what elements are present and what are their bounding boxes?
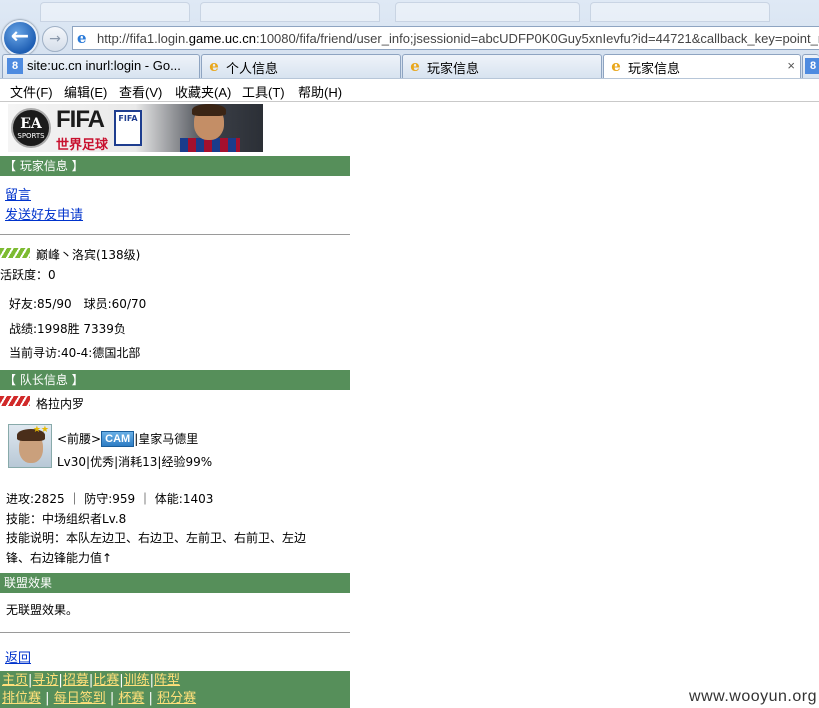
player-name-level: 巅峰丶洛宾(138级) — [36, 248, 141, 262]
nav-points-match[interactable]: 积分赛 — [157, 691, 196, 706]
google-icon: 8 — [805, 58, 819, 74]
section-player-info: 【 玩家信息 】 — [0, 156, 350, 176]
skill-description-line-2: 锋、右边锋能力值↑ — [6, 551, 113, 565]
ea-sports-logo: EA SPORTS — [11, 108, 51, 148]
nav-recruit[interactable]: 招募 — [63, 673, 89, 688]
captain-skill: 技能：中场组织者Lv.8 — [6, 512, 127, 526]
menu-file[interactable]: 文件(F) — [10, 82, 53, 101]
address-bar[interactable]: e http://fifa1.login.game.uc.cn:10080/fi… — [72, 26, 819, 50]
page-content: EA SPORTS FIFA 世界足球 FIFA 【 玩家信息 】 留言 发送好… — [0, 102, 350, 708]
ie-page-icon: e — [209, 57, 219, 75]
menu-tools[interactable]: 工具(T) — [242, 82, 285, 101]
activity-value: 活跃度：0 — [0, 268, 56, 282]
section-alliance: 联盟效果 — [0, 573, 350, 593]
captain-name: 格拉内罗 — [36, 397, 85, 411]
background-tab[interactable] — [590, 2, 770, 22]
google-icon: 8 — [7, 58, 23, 74]
fifa-logo-text: FIFA — [56, 106, 105, 133]
level-stripe-icon — [0, 248, 30, 258]
arrow-left-icon: ← — [10, 24, 30, 49]
leave-message-link[interactable]: 留言 — [5, 184, 31, 203]
menu-bar: 文件(F) 编辑(E) 查看(V) 收藏夹(A) 工具(T) 帮助(H) — [0, 78, 819, 102]
background-tab[interactable] — [395, 2, 580, 22]
nav-visit[interactable]: 寻访 — [32, 673, 58, 688]
watermark-text: www.wooyun.org — [689, 688, 817, 705]
divider — [0, 632, 350, 633]
divider — [0, 234, 350, 235]
fifa-subtitle: 世界足球 — [56, 137, 109, 152]
background-tab[interactable] — [40, 2, 190, 22]
tab-google-search[interactable]: 8 site:uc.cn inurl:login - Go... — [2, 54, 200, 78]
star-icon: ★★ — [32, 425, 49, 435]
bottom-nav-row-2: 排位赛 | 每日签到 | 杯赛 | 积分赛 — [2, 691, 197, 706]
banner-player-image — [176, 104, 246, 152]
captain-position-club: <前腰> CAM |皇家马德里 — [57, 431, 199, 447]
menu-help[interactable]: 帮助(H) — [298, 82, 342, 101]
nav-home[interactable]: 主页 — [2, 673, 28, 688]
nav-daily-checkin[interactable]: 每日签到 — [54, 691, 106, 706]
match-record: 战绩:1998胜 7339负 — [9, 322, 126, 336]
menu-favorites[interactable]: 收藏夹(A) — [175, 82, 231, 101]
nav-formation[interactable]: 阵型 — [154, 673, 180, 688]
ie-page-icon: e — [611, 57, 621, 75]
section-captain-info: 【 队长信息 】 — [0, 370, 350, 390]
position-badge: CAM — [101, 431, 135, 447]
captain-avatar[interactable]: ★★ — [8, 424, 52, 468]
back-button[interactable]: ← — [2, 20, 38, 56]
address-url[interactable]: http://fifa1.login.game.uc.cn:10080/fifa… — [97, 31, 819, 46]
forward-button[interactable]: → — [42, 26, 68, 52]
ie-page-icon: e — [410, 57, 420, 75]
tab-player-info-active[interactable]: e 玩家信息 × — [603, 54, 801, 78]
tab-row: 8 site:uc.cn inurl:login - Go... e 个人信息 … — [0, 54, 819, 78]
current-visit: 当前寻访:40-4:德国北部 — [9, 346, 141, 360]
tab-player-info[interactable]: e 玩家信息 — [402, 54, 602, 78]
nav-match[interactable]: 比赛 — [93, 673, 119, 688]
bottom-nav-row-1: 主页|寻访|招募|比赛|训练|阵型 — [2, 673, 181, 688]
fifa-banner: EA SPORTS FIFA 世界足球 FIFA — [8, 104, 263, 152]
back-link[interactable]: 返回 — [5, 647, 31, 666]
bottom-navigation: 主页|寻访|招募|比赛|训练|阵型 排位赛 | 每日签到 | 杯赛 | 积分赛 — [0, 671, 350, 708]
nav-training[interactable]: 训练 — [124, 673, 150, 688]
close-tab-icon[interactable]: × — [787, 58, 795, 73]
tab-personal-info[interactable]: e 个人信息 — [201, 54, 401, 78]
captain-stats: Lv30|优秀|消耗13|经验99% — [57, 455, 213, 469]
arrow-right-icon: → — [49, 31, 61, 47]
fifa-license-badge: FIFA — [114, 110, 142, 146]
send-friend-request-link[interactable]: 发送好友申请 — [5, 204, 83, 223]
captain-attributes: 进攻:2825 ｜ 防守:959 ｜ 体能:1403 — [6, 492, 214, 506]
skill-description-line-1: 技能说明：本队左边卫、右边卫、左前卫、右前卫、左边 — [6, 531, 307, 545]
nav-cup[interactable]: 杯赛 — [118, 691, 144, 706]
background-tab-strip — [0, 0, 819, 24]
alliance-text: 无联盟效果。 — [6, 603, 79, 617]
friends-players-count: 好友:85/90 球员:60/70 — [9, 297, 147, 311]
menu-view[interactable]: 查看(V) — [119, 82, 162, 101]
menu-edit[interactable]: 编辑(E) — [64, 82, 107, 101]
browser-chrome: ← → e http://fifa1.login.game.uc.cn:1008… — [0, 0, 819, 102]
nav-ranked-match[interactable]: 排位赛 — [2, 691, 41, 706]
captain-stripe-icon — [0, 396, 30, 406]
new-tab-button[interactable]: 8 — [802, 54, 819, 78]
ie-page-icon: e — [77, 29, 87, 47]
background-tab[interactable] — [200, 2, 380, 22]
